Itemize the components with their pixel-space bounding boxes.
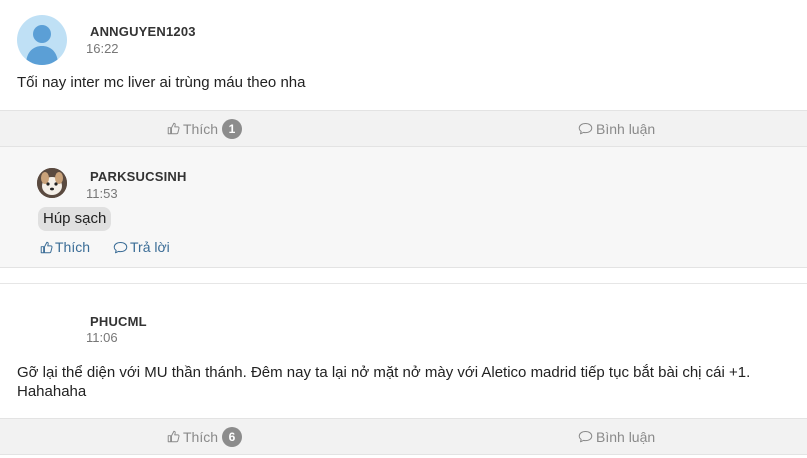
- reply-time: 11:53: [86, 186, 118, 201]
- avatar[interactable]: [37, 168, 67, 198]
- comment-label: Bình luận: [596, 428, 656, 445]
- like-count-badge: 6: [222, 426, 243, 447]
- like-button[interactable]: Thích 6: [167, 419, 243, 454]
- thumbs-up-icon: [40, 241, 53, 253]
- avatar[interactable]: [17, 15, 67, 65]
- reply-content: Húp sạch: [38, 207, 112, 231]
- like-label: Thích: [55, 239, 91, 255]
- post-divider: [0, 283, 807, 284]
- like-label: Thích: [183, 428, 219, 445]
- author-name[interactable]: PHUCML: [90, 314, 147, 329]
- post-card: ANNGUYEN1203 16:22 Tối nay inter mc live…: [0, 0, 807, 110]
- thumbs-up-icon: [167, 430, 180, 443]
- comment-button[interactable]: Bình luận: [578, 419, 655, 454]
- speech-bubble-icon: [578, 431, 593, 443]
- default-user-avatar-icon: [26, 25, 58, 65]
- reply-item: PARKSUCSINH 11:53 Húp sạch Thích Trả lời: [0, 147, 807, 268]
- speech-bubble-icon: [578, 123, 593, 135]
- reply-like-button[interactable]: Thích: [40, 239, 90, 255]
- comment-button[interactable]: Bình luận: [578, 111, 655, 146]
- reply-label: Trả lời: [130, 239, 170, 255]
- author-name[interactable]: PARKSUCSINH: [90, 169, 187, 184]
- like-button[interactable]: Thích 1: [167, 111, 243, 146]
- reply-button[interactable]: Trả lời: [113, 239, 170, 255]
- post-time: 16:22: [86, 41, 119, 56]
- author-name[interactable]: ANNGUYEN1203: [90, 24, 196, 39]
- like-label: Thích: [183, 120, 219, 137]
- comment-label: Bình luận: [596, 120, 656, 137]
- like-count-badge: 1: [222, 118, 243, 139]
- post-action-bar: Thích 1 Bình luận: [0, 110, 807, 147]
- post-content-line: Hahahaha: [17, 383, 87, 400]
- thumbs-up-icon: [167, 122, 180, 135]
- speech-bubble-icon: [113, 241, 128, 253]
- post-time: 11:06: [86, 330, 118, 345]
- dog-avatar-icon: [37, 168, 67, 198]
- post-action-bar: Thích 6 Bình luận: [0, 418, 807, 455]
- post-content-line: Gỡ lại thể diện với MU thần thánh. Đêm n…: [17, 364, 751, 381]
- post-content: Tối nay inter mc liver ai trùng máu theo…: [17, 74, 306, 91]
